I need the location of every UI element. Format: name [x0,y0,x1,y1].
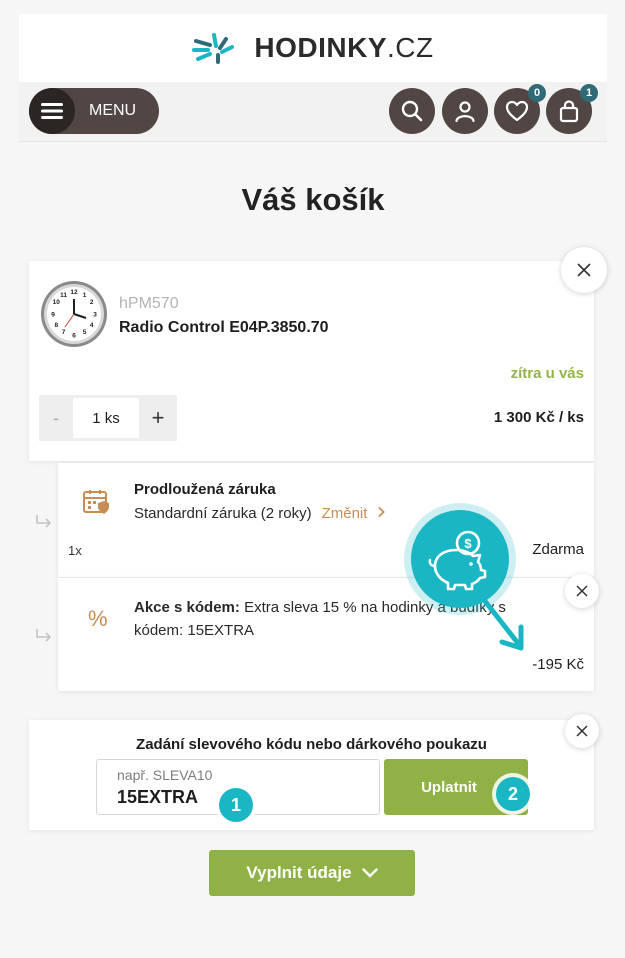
quantity-stepper: - 1 ks + [39,395,177,441]
cart-button[interactable]: 1 [546,84,598,134]
warranty-price: Zdarma [532,541,584,558]
hamburger-icon [29,88,75,134]
remove-promo-button[interactable] [565,574,599,608]
remove-item-button[interactable] [561,247,607,293]
percent-icon: % [88,606,108,631]
fill-details-button[interactable]: Vyplnit údaje [209,850,415,896]
svg-text:10: 10 [53,299,61,306]
piggy-bank-highlight: $ [411,510,509,608]
coupon-box: Zadání slevového kódu nebo dárkového pou… [29,720,594,830]
page-title: Váš košík [241,182,385,217]
delivery-info: zítra u vás [510,365,584,382]
sub-item-arrow-icon [36,515,52,528]
sub-item-arrow-icon [36,629,52,642]
svg-text:6: 6 [72,333,76,340]
qty-decrease-button[interactable]: - [39,408,73,429]
svg-text:5: 5 [83,329,87,336]
fill-details-label: Vyplnit údaje [246,863,352,882]
wishlist-count-badge: 0 [528,84,546,102]
warranty-type: Standardní záruka (2 roky) [134,505,312,522]
account-button[interactable] [442,88,488,134]
page: HODINKY.CZ MENU 0 1 Váš košík 12 1 2 3 4… [19,14,607,912]
unit-price: 1 300 Kč / ks [493,409,584,426]
promo-label: Akce s kódem: [134,599,240,616]
chevron-right-icon [377,506,385,518]
svg-text:11: 11 [60,292,67,299]
menu-label: MENU [89,102,137,119]
nav-bar: MENU 0 1 [19,82,607,142]
svg-text:8: 8 [54,322,58,329]
svg-text:12: 12 [70,289,78,296]
change-warranty-label: Změnit [321,505,368,522]
svg-text:7: 7 [62,329,66,336]
close-icon [577,263,591,277]
calendar-shield-icon [83,490,109,514]
chevron-down-icon [361,868,378,878]
svg-text:1: 1 [83,292,87,299]
logo-bar: HODINKY.CZ [19,14,607,82]
menu-button[interactable]: MENU [29,88,159,134]
piggy-bank-icon: $ [428,530,487,591]
qty-increase-button[interactable]: + [139,405,177,431]
logo-icon [192,33,235,64]
svg-text:3: 3 [93,312,97,319]
logo-text: HODINKY.CZ [254,32,434,63]
warranty-item: Prodloužená záruka Standardní záruka (2 … [58,463,594,577]
step-2-badge: 2 [496,777,530,811]
change-warranty-link[interactable]: Změnit [322,505,386,522]
close-icon [576,585,588,597]
search-icon [401,100,423,122]
close-icon [576,725,588,737]
bag-icon [559,100,579,123]
warranty-qty: 1x [68,543,82,558]
coupon-placeholder: např. SLEVA10 [117,767,213,783]
warranty-title: Prodloužená záruka [134,481,276,498]
svg-text:9: 9 [51,312,55,319]
warranty-description: Standardní záruka (2 roky) Změnit [134,505,386,522]
svg-text:4: 4 [90,322,94,329]
product-sku: hPM570 [119,295,179,312]
close-coupon-button[interactable] [565,714,599,748]
cart-count-badge: 1 [580,84,598,102]
search-button[interactable] [389,88,435,134]
cart-item: 12 1 2 345 678 9 10 11 hPM570 Radio Control … [29,261,594,461]
heart-icon [505,100,529,122]
coupon-value: 15EXTRA [117,787,199,807]
site-logo[interactable]: HODINKY.CZ [192,31,433,65]
step-1-badge: 1 [219,788,253,822]
svg-text:$: $ [464,536,472,551]
promo-item: % Akce s kódem: Extra sleva 15 % na hodi… [58,578,594,691]
svg-text:2: 2 [90,299,94,306]
product-thumbnail[interactable]: 12 12 345 678 91011 [39,279,109,349]
wishlist-button[interactable]: 0 [494,84,546,134]
user-icon [455,101,475,123]
product-name[interactable]: Radio Control E04P.3850.70 [119,319,329,337]
coupon-title: Zadání slevového kódu nebo dárkového pou… [136,736,487,753]
qty-input[interactable]: 1 ks [73,398,139,438]
promo-discount: -195 Kč [532,656,584,673]
